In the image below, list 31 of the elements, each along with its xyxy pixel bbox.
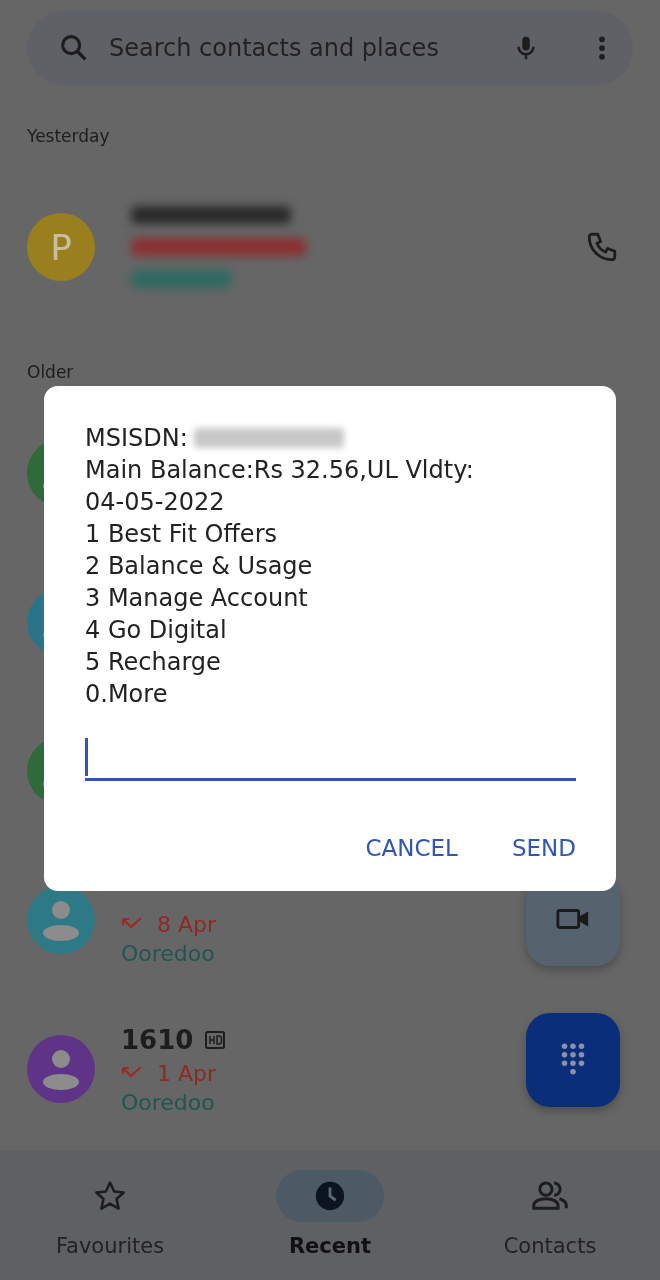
message-text: 1 Best Fit Offers bbox=[85, 519, 277, 550]
search-field[interactable]: Search contacts and places bbox=[27, 10, 633, 86]
carrier-label: Ooredoo bbox=[121, 940, 216, 966]
message-text: 04-05-2022 bbox=[85, 487, 225, 518]
people-icon bbox=[531, 1179, 569, 1213]
message-text: 3 Manage Account bbox=[85, 583, 308, 614]
section-heading: Yesterday bbox=[27, 126, 111, 148]
star-icon bbox=[93, 1179, 127, 1213]
message-text: Main Balance:Rs 32.56,UL Vldty: bbox=[85, 455, 474, 486]
video-camera-icon bbox=[556, 907, 590, 931]
nav-tab[interactable]: Favourites bbox=[0, 1150, 220, 1280]
nav-tab[interactable]: Contacts bbox=[440, 1150, 660, 1280]
call-date: 8 Apr bbox=[157, 911, 217, 937]
carrier-label: Ooredoo bbox=[121, 1089, 216, 1115]
dialog-button[interactable]: CANCEL bbox=[349, 825, 474, 871]
message-text: 0.More bbox=[85, 679, 168, 710]
clock-icon bbox=[313, 1179, 347, 1213]
message-text: 4 Go Digital bbox=[85, 615, 227, 646]
dialpad-button[interactable] bbox=[526, 1013, 620, 1107]
dialog-button[interactable]: SEND bbox=[495, 825, 592, 871]
message-text: MSISDN: bbox=[85, 423, 188, 454]
message-text: 2 Balance & Usage bbox=[85, 551, 313, 582]
caller-name: 1610 bbox=[121, 1024, 194, 1055]
more-icon[interactable] bbox=[597, 33, 607, 63]
call-date: 1 Apr bbox=[157, 1060, 217, 1086]
section-heading: Older bbox=[27, 362, 75, 384]
message-text: 5 Recharge bbox=[85, 647, 221, 678]
nav-tab[interactable]: Recent bbox=[220, 1150, 440, 1280]
search-input[interactable]: Search contacts and places bbox=[107, 33, 495, 63]
phone-icon[interactable] bbox=[585, 230, 619, 264]
avatar[interactable]: P bbox=[27, 213, 95, 281]
